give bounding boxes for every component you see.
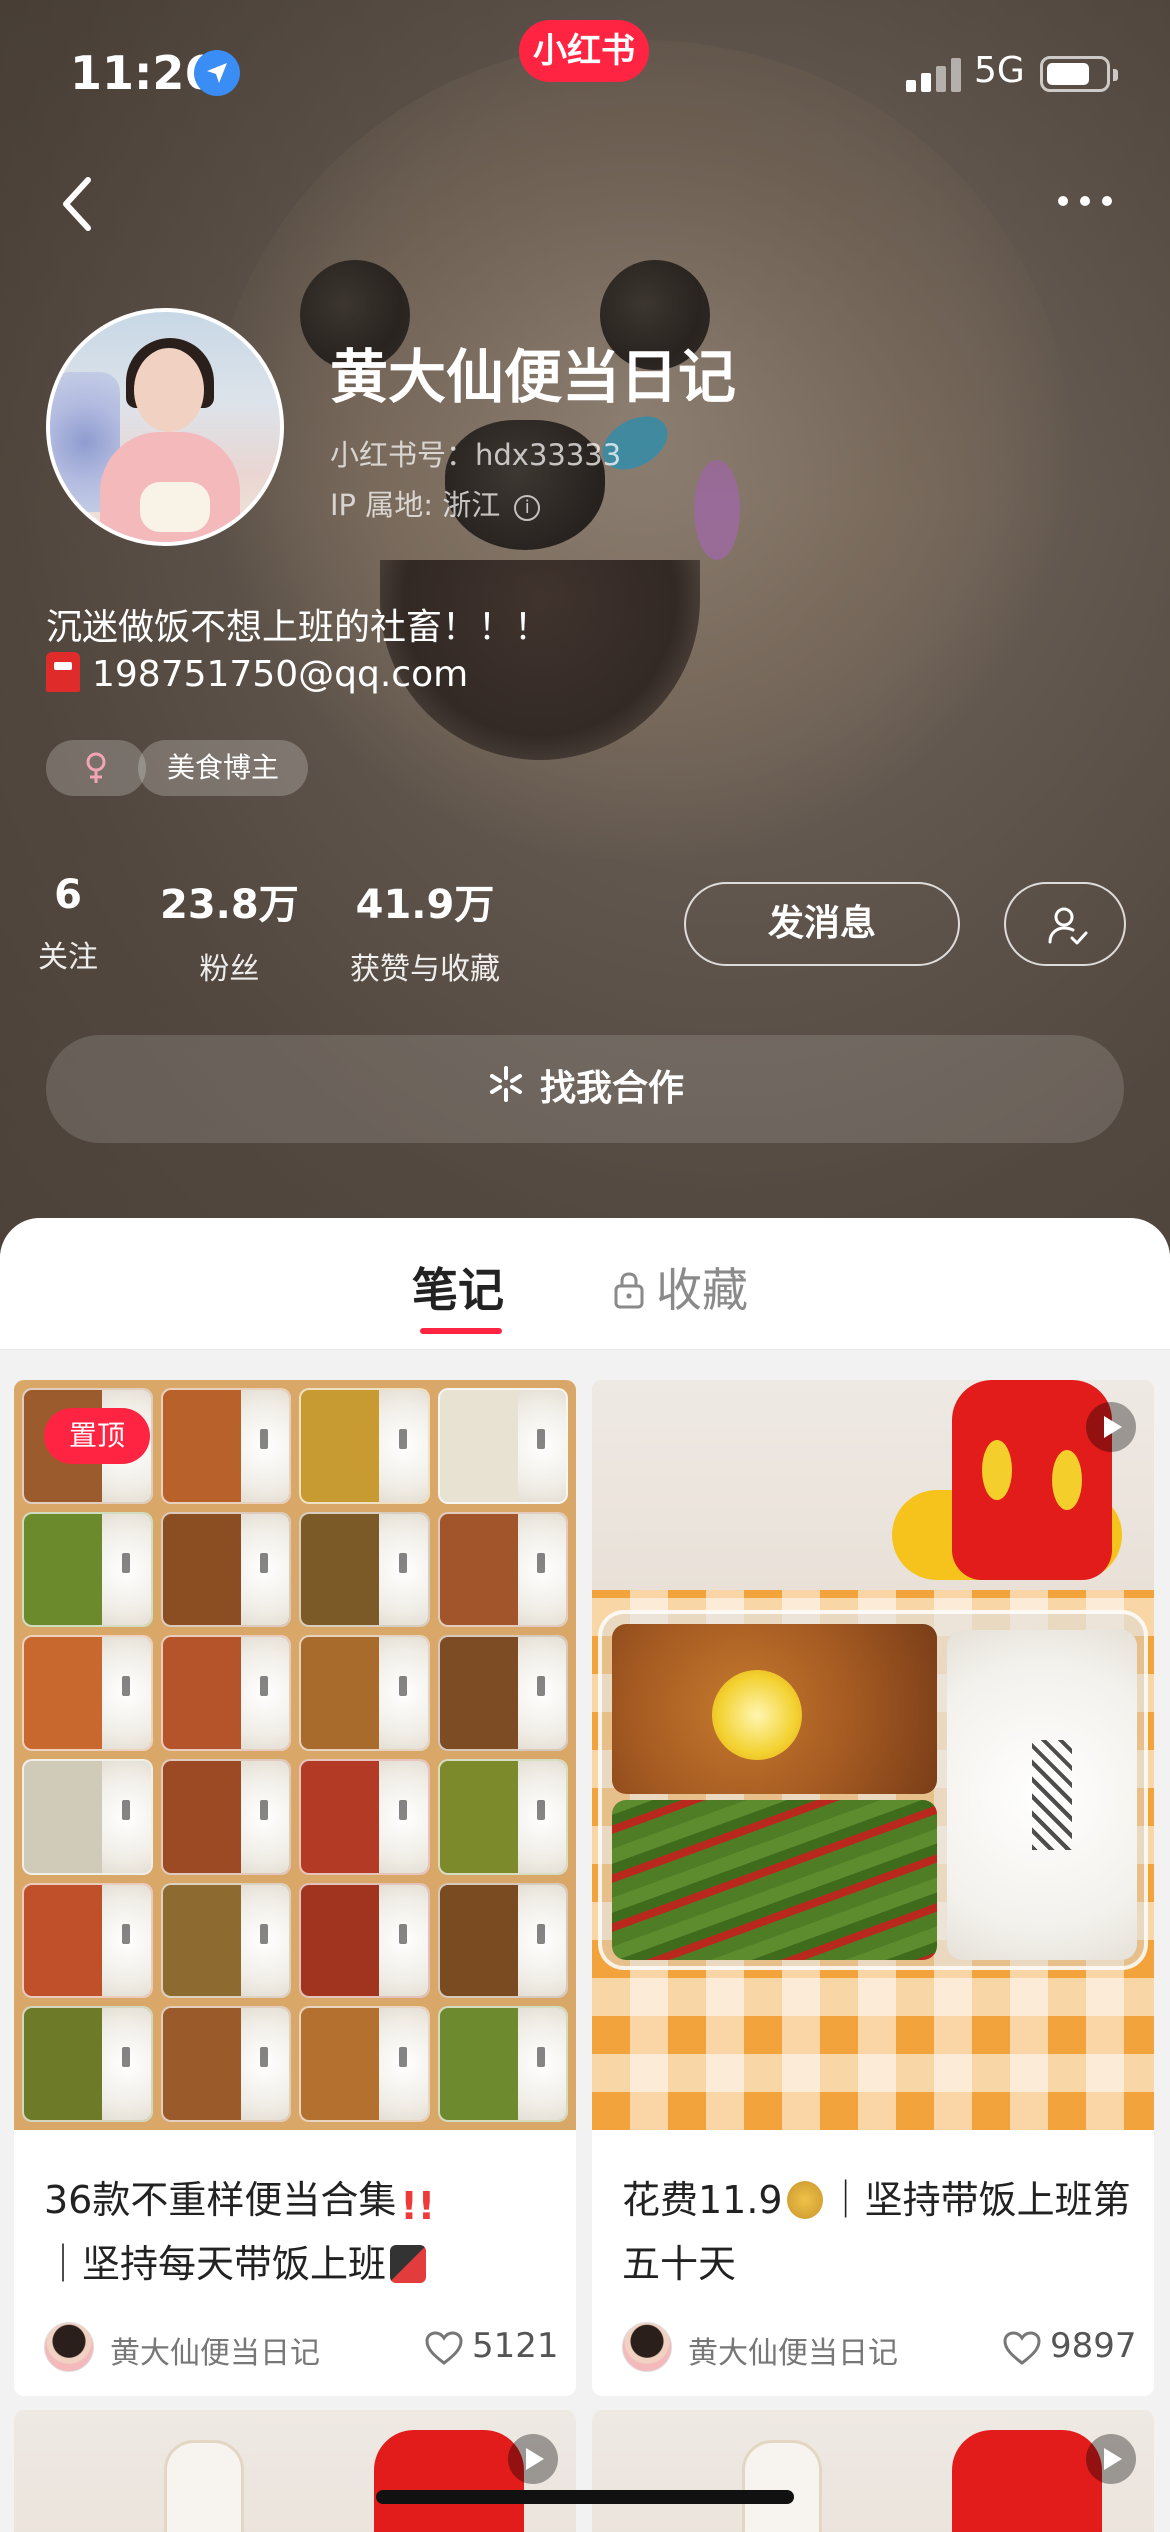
note-cover-image [592, 2410, 1154, 2532]
stat-following[interactable]: 6 关注 [38, 872, 98, 976]
app-logo-badge[interactable]: 小红书 [519, 20, 649, 82]
stat-fans[interactable]: 23.8万 粉丝 [160, 872, 299, 988]
cooperate-button[interactable]: 找我合作 [46, 1035, 1124, 1143]
video-play-icon [1086, 1402, 1136, 1452]
female-icon [86, 752, 106, 783]
note-cover-image [592, 1380, 1154, 2130]
note-cover-image [14, 2410, 576, 2532]
tab-notes[interactable]: 笔记 [412, 1254, 504, 1334]
pinned-badge: 置顶 [44, 1408, 150, 1464]
tab-favorites[interactable]: 收藏 [612, 1254, 748, 1320]
video-play-icon [508, 2434, 558, 2484]
author-avatar[interactable] [622, 2322, 672, 2372]
note-title: 花费11.9 ｜坚持带饭上班第五十天 [622, 2178, 1131, 2286]
send-message-button[interactable]: 发消息 [684, 882, 960, 966]
profile-ip-location: IP 属地: 浙江 i [330, 482, 541, 524]
stat-likes-collections[interactable]: 41.9万 获赞与收藏 [350, 872, 500, 988]
gender-tag [46, 740, 146, 796]
battery-icon [1040, 56, 1118, 92]
user-check-icon [1048, 907, 1088, 945]
author-name[interactable]: 黄大仙便当日记 [110, 2328, 320, 2372]
profile-tabs: 笔记 收藏 [0, 1218, 1170, 1350]
note-footer: 黄大仙便当日记 5121 [44, 2320, 559, 2374]
followed-status-button[interactable] [1004, 882, 1126, 966]
note-footer: 黄大仙便当日记 9897 [622, 2320, 1137, 2374]
profile-nickname: 黄大仙便当日记 [330, 343, 737, 411]
cellular-signal-icon [906, 58, 961, 92]
category-tag[interactable]: 美食博主 [138, 740, 308, 796]
double-exclamation-icon: !! [400, 2184, 436, 2228]
note-card[interactable] [592, 2410, 1154, 2532]
heart-icon[interactable] [1002, 2330, 1042, 2366]
note-card[interactable] [14, 2410, 576, 2532]
home-indicator[interactable] [376, 2490, 794, 2504]
profile-red-id[interactable]: 小红书号：hdx33333 [330, 432, 621, 474]
author-avatar[interactable] [44, 2322, 94, 2372]
more-options-button[interactable] [1050, 180, 1120, 220]
profile-bio-email: 198751750@qq.com [46, 652, 468, 695]
notes-sheet: 笔记 收藏 置顶 36款不重样便当合集 !! ｜坚持每天带饭上班 黄大仙便当日记… [0, 1218, 1170, 2532]
note-card[interactable]: 花费11.9 ｜坚持带饭上班第五十天 黄大仙便当日记 9897 [592, 1380, 1154, 2396]
note-card[interactable]: 置顶 36款不重样便当合集!! ｜坚持每天带饭上班 黄大仙便当日记 5121 [14, 1380, 576, 2396]
location-arrow-icon [194, 50, 240, 96]
note-cover-image [14, 1380, 576, 2130]
like-count: 5121 [472, 2326, 559, 2366]
video-play-icon [1086, 2434, 1136, 2484]
profile-bio-line: 沉迷做饭不想上班的社畜！！！ [46, 607, 551, 648]
info-icon[interactable]: i [514, 495, 541, 521]
bento-box-icon [390, 2245, 427, 2283]
author-name[interactable]: 黄大仙便当日记 [688, 2328, 898, 2372]
back-button[interactable] [50, 168, 110, 238]
active-tab-indicator [420, 1328, 502, 1334]
note-title: 36款不重样便当合集!! ｜坚持每天带饭上班 [44, 2168, 554, 2296]
heart-icon[interactable] [424, 2330, 464, 2366]
sparkle-icon [489, 1066, 522, 1102]
like-count: 9897 [1050, 2326, 1137, 2366]
avatar[interactable] [46, 308, 284, 546]
money-bag-icon [786, 2181, 823, 2219]
mailbox-icon [46, 652, 80, 692]
status-bar: 11:26 小红书 5G [0, 0, 1170, 140]
chevron-left-icon [63, 177, 91, 231]
network-type: 5G [974, 50, 1025, 91]
lock-icon [614, 1272, 644, 1309]
